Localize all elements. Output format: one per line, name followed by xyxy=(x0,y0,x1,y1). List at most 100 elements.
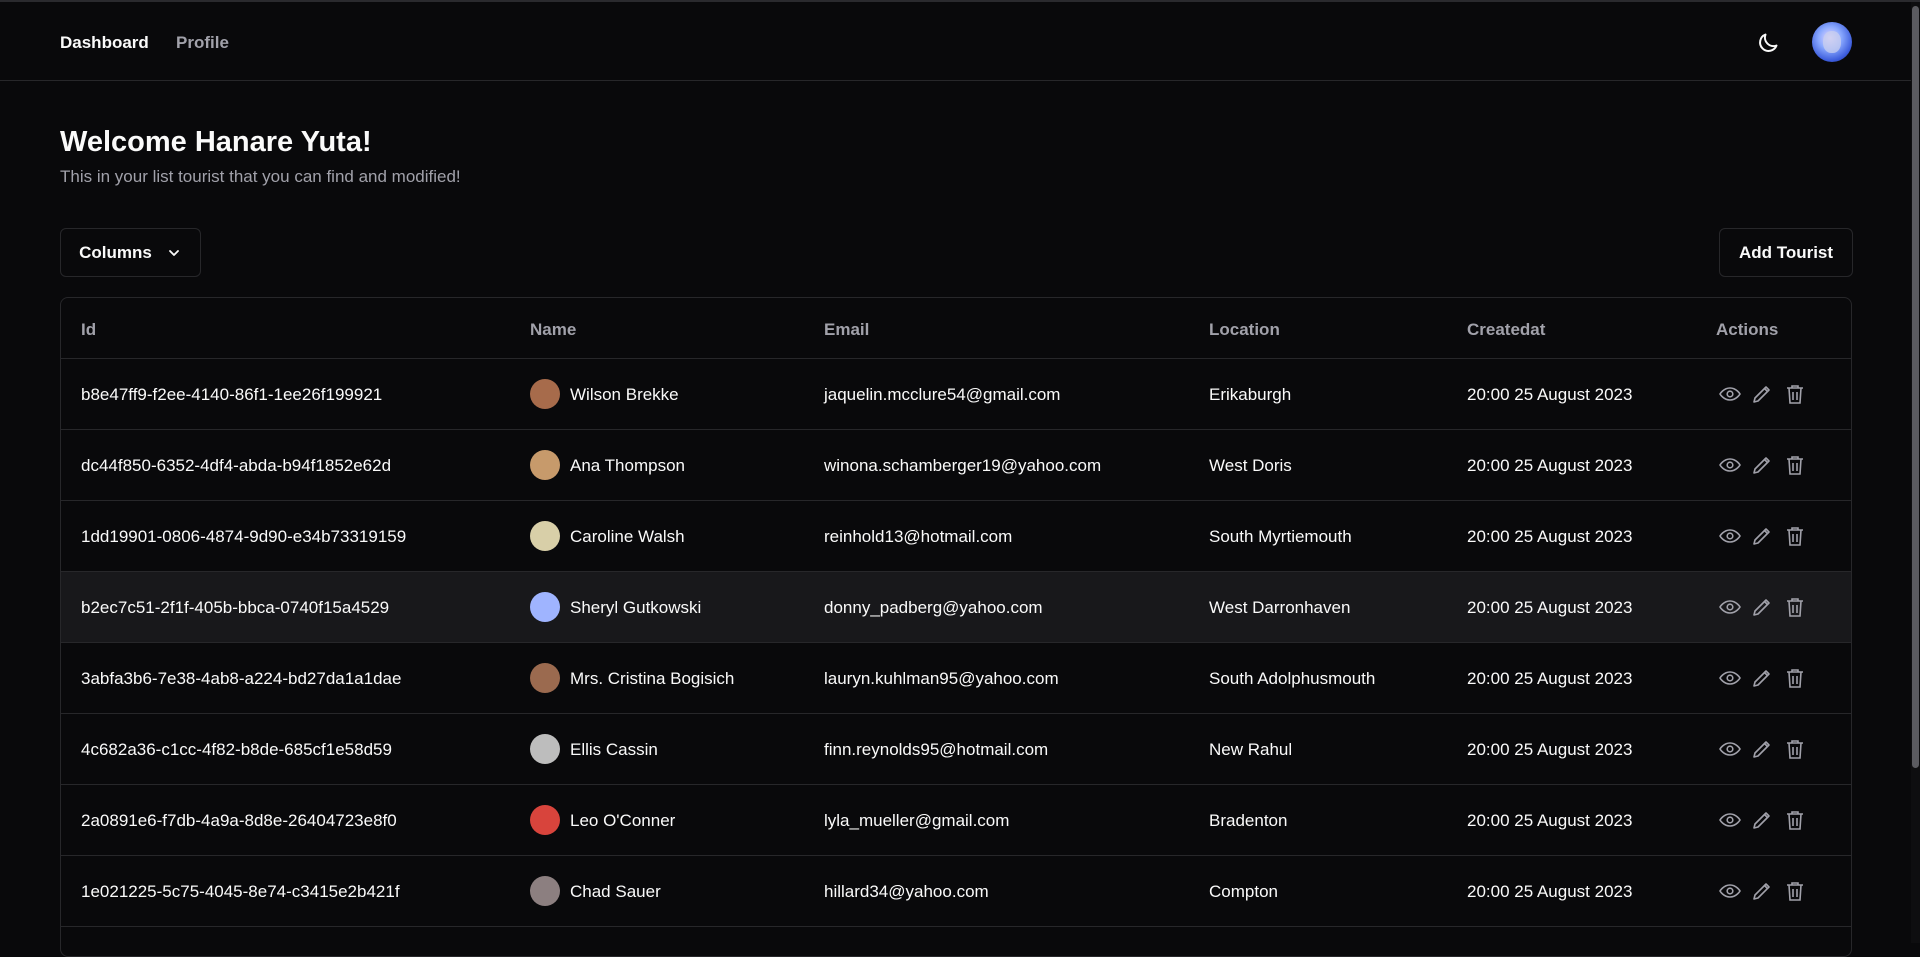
nav-profile-link[interactable]: Profile xyxy=(176,33,229,53)
add-tourist-label: Add Tourist xyxy=(1738,242,1834,262)
table-row[interactable]: 1e021225-5c75-4045-8e74-c3415e2b421f Cha… xyxy=(61,856,1851,927)
row-avatar xyxy=(530,734,560,764)
table-row[interactable]: dc44f850-6352-4df4-abda-b94f1852e62d Ana… xyxy=(61,430,1851,501)
row-location: New Rahul xyxy=(1209,740,1293,759)
table-row[interactable]: 3abfa3b6-7e38-4ab8-a224-bd27da1a1dae Mrs… xyxy=(61,643,1851,714)
add-tourist-button[interactable]: Add Tourist xyxy=(1719,228,1853,277)
delete-button[interactable] xyxy=(1781,877,1809,905)
row-actions xyxy=(1716,522,1816,550)
row-avatar xyxy=(530,876,560,906)
row-name: Mrs. Cristina Bogisich xyxy=(570,669,735,688)
column-header-id[interactable]: Id xyxy=(81,320,96,340)
row-id: 4c682a36-c1cc-4f82-b8de-685cf1e58d59 xyxy=(81,740,392,759)
view-button[interactable] xyxy=(1716,664,1744,692)
row-email: reinhold13@hotmail.com xyxy=(824,527,1013,546)
column-header-location[interactable]: Location xyxy=(1209,320,1280,340)
row-avatar xyxy=(530,521,560,551)
view-button[interactable] xyxy=(1716,735,1744,763)
columns-button-label: Columns xyxy=(79,242,152,262)
top-navigation-bar: Dashboard Profile xyxy=(0,2,1920,81)
row-createdat: 20:00 25 August 2023 xyxy=(1467,882,1633,901)
table-row[interactable]: 1dd19901-0806-4874-9d90-e34b73319159 Car… xyxy=(61,501,1851,572)
row-name: Sheryl Gutkowski xyxy=(570,598,702,617)
trash-icon xyxy=(1787,740,1803,759)
row-avatar xyxy=(530,663,560,693)
row-createdat: 20:00 25 August 2023 xyxy=(1467,598,1633,617)
eye-icon xyxy=(1719,529,1741,543)
theme-toggle-button[interactable] xyxy=(1753,28,1783,58)
delete-button[interactable] xyxy=(1781,593,1809,621)
row-avatar xyxy=(530,805,560,835)
edit-button[interactable] xyxy=(1748,451,1776,479)
edit-button[interactable] xyxy=(1748,593,1776,621)
table-row[interactable]: 2a0891e6-f7db-4a9a-8d8e-26404723e8f0 Leo… xyxy=(61,785,1851,856)
row-name: Leo O'Conner xyxy=(570,811,676,830)
delete-button[interactable] xyxy=(1781,806,1809,834)
row-name: Chad Sauer xyxy=(570,882,661,901)
edit-button[interactable] xyxy=(1748,522,1776,550)
edit-button[interactable] xyxy=(1748,380,1776,408)
row-location: South Myrtiemouth xyxy=(1209,527,1352,546)
view-button[interactable] xyxy=(1716,380,1744,408)
table-row[interactable]: b8e47ff9-f2ee-4140-86f1-1ee26f199921 Wil… xyxy=(61,359,1851,430)
eye-icon xyxy=(1719,458,1741,472)
column-header-createdat[interactable]: Createdat xyxy=(1467,320,1545,340)
eye-icon xyxy=(1719,884,1741,898)
table-header-row: Id Name Email Location Createdat Actions xyxy=(61,298,1851,359)
page-subtitle: This in your list tourist that you can f… xyxy=(60,167,461,186)
row-avatar xyxy=(530,379,560,409)
row-actions xyxy=(1716,664,1816,692)
row-actions xyxy=(1716,593,1816,621)
trash-icon xyxy=(1787,527,1803,546)
view-button[interactable] xyxy=(1716,522,1744,550)
row-createdat: 20:00 25 August 2023 xyxy=(1467,527,1633,546)
column-header-name[interactable]: Name xyxy=(530,320,576,340)
columns-dropdown-button[interactable]: Columns xyxy=(60,228,201,277)
delete-button[interactable] xyxy=(1781,735,1809,763)
page-scrollbar-thumb[interactable] xyxy=(1912,6,1919,768)
eye-icon xyxy=(1719,600,1741,614)
table-row[interactable]: b2ec7c51-2f1f-405b-bbca-0740f15a4529 She… xyxy=(61,572,1851,643)
delete-button[interactable] xyxy=(1781,380,1809,408)
row-email: hillard34@yahoo.com xyxy=(824,882,989,901)
row-name: Ana Thompson xyxy=(570,456,685,475)
user-avatar-button[interactable] xyxy=(1812,22,1852,62)
trash-icon xyxy=(1787,385,1803,404)
page-title: Welcome Hanare Yuta! xyxy=(60,126,372,158)
edit-button[interactable] xyxy=(1748,735,1776,763)
row-location: Erikaburgh xyxy=(1209,385,1292,404)
pencil-icon xyxy=(1753,528,1770,545)
view-button[interactable] xyxy=(1716,451,1744,479)
row-email: jaquelin.mcclure54@gmail.com xyxy=(824,385,1061,404)
row-id: 1dd19901-0806-4874-9d90-e34b73319159 xyxy=(81,527,407,546)
row-email: winona.schamberger19@yahoo.com xyxy=(824,456,1102,475)
row-actions xyxy=(1716,451,1816,479)
view-button[interactable] xyxy=(1716,593,1744,621)
trash-icon xyxy=(1787,669,1803,688)
edit-button[interactable] xyxy=(1748,877,1776,905)
row-createdat: 20:00 25 August 2023 xyxy=(1467,456,1633,475)
column-header-email[interactable]: Email xyxy=(824,320,869,340)
avatar-face xyxy=(1823,31,1841,53)
view-button[interactable] xyxy=(1716,877,1744,905)
row-id: dc44f850-6352-4df4-abda-b94f1852e62d xyxy=(81,456,392,475)
edit-button[interactable] xyxy=(1748,664,1776,692)
row-location: Compton xyxy=(1209,882,1278,901)
pencil-icon xyxy=(1753,457,1770,474)
eye-icon xyxy=(1719,742,1741,756)
column-header-actions: Actions xyxy=(1716,320,1779,339)
pencil-icon xyxy=(1753,386,1770,403)
row-id: 1e021225-5c75-4045-8e74-c3415e2b421f xyxy=(81,882,400,901)
delete-button[interactable] xyxy=(1781,522,1809,550)
row-email: lyla_mueller@gmail.com xyxy=(824,811,1010,830)
row-actions xyxy=(1716,806,1816,834)
delete-button[interactable] xyxy=(1781,664,1809,692)
row-name: Ellis Cassin xyxy=(570,740,658,759)
delete-button[interactable] xyxy=(1781,451,1809,479)
trash-icon xyxy=(1787,811,1803,830)
eye-icon xyxy=(1719,813,1741,827)
table-row[interactable]: 4c682a36-c1cc-4f82-b8de-685cf1e58d59 Ell… xyxy=(61,714,1851,785)
nav-dashboard-link[interactable]: Dashboard xyxy=(60,33,149,53)
edit-button[interactable] xyxy=(1748,806,1776,834)
view-button[interactable] xyxy=(1716,806,1744,834)
